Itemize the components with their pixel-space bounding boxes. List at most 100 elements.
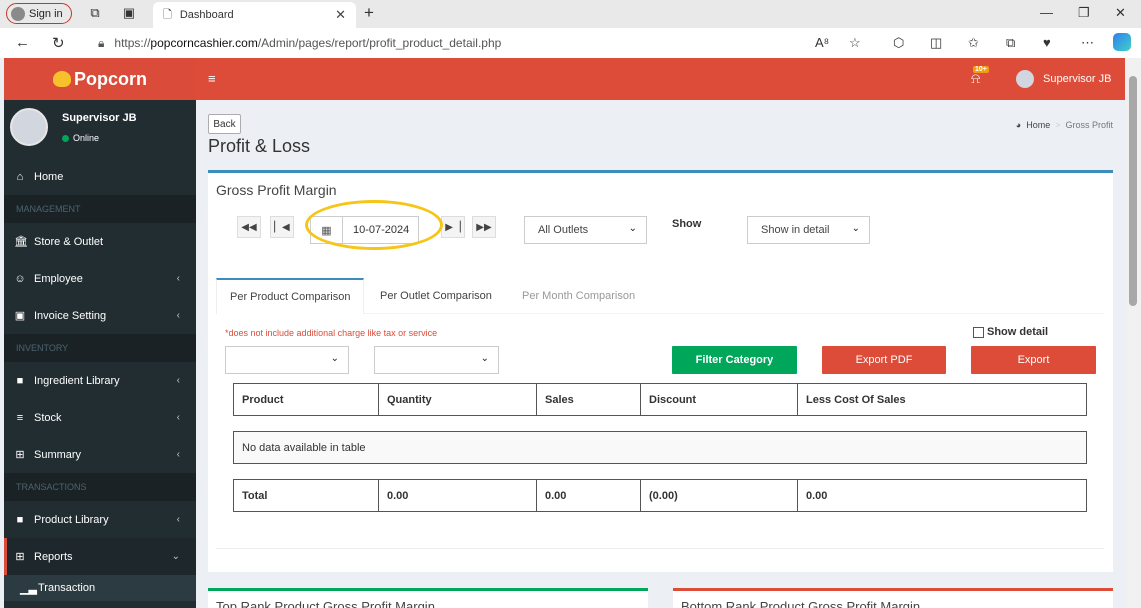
address-bar: ← ↻ 🔒︎ https://popcorncashier.com/Admin/…: [0, 28, 1141, 58]
tab-title: Dashboard: [179, 9, 234, 21]
popcorn-icon: [52, 71, 71, 87]
sidebar-subitem-transaction[interactable]: ▁▃ Transaction: [4, 575, 196, 601]
total-cell: 0.00: [797, 479, 1087, 512]
users-icon: ☺: [14, 272, 26, 285]
lock-icon: 🔒︎: [98, 35, 105, 50]
top-header: ≡ ⍾ 10+ Supervisor JB: [196, 58, 1125, 100]
total-cell: 0.00: [378, 479, 537, 512]
sidebar-item-employee[interactable]: ☺ Employee ‹: [4, 260, 196, 297]
top-rank-title: Top Rank Product Gross Profit Margin: [216, 599, 435, 608]
table-spacer: [233, 463, 1087, 480]
sidebar-item-stock[interactable]: ≡ Stock ‹: [4, 399, 196, 436]
bank-icon: 🏛︎: [14, 236, 28, 248]
header-user-name: Supervisor JB: [1043, 73, 1112, 85]
read-aloud-icon[interactable]: A⁸: [815, 35, 829, 50]
filter-category-button[interactable]: Filter Category: [672, 346, 797, 374]
back-arrow-icon[interactable]: ←: [15, 34, 30, 51]
user-status: Online: [62, 133, 99, 143]
tax-note: *does not include additional charge like…: [225, 328, 438, 338]
chevron-down-icon: ⌄: [480, 353, 489, 364]
table-row: No data available in table: [233, 431, 1087, 464]
export-button[interactable]: Export: [971, 346, 1096, 374]
extensions-icon[interactable]: ⬡: [893, 35, 904, 51]
prev-date-button[interactable]: ▏◀: [270, 216, 294, 238]
minimize-icon[interactable]: —: [1040, 5, 1053, 20]
close-tab-icon[interactable]: ✕: [335, 7, 346, 23]
checkbox[interactable]: [973, 326, 984, 338]
sidebar-item-product-library[interactable]: ■ Product Library ‹: [4, 501, 196, 538]
gross-profit-box: Gross Profit Margin ◀◀ ▏◀ ▦ 10-07-2024 ▶…: [208, 170, 1113, 572]
workspaces-icon[interactable]: ⧉: [88, 6, 102, 20]
page-scrollbar[interactable]: [1126, 58, 1141, 608]
new-tab-icon[interactable]: +: [364, 3, 374, 23]
sign-in-button[interactable]: Sign in: [6, 3, 72, 24]
column-header[interactable]: Product: [233, 383, 379, 416]
last-date-button[interactable]: ▶▶: [472, 216, 496, 238]
total-cell: 0.00: [536, 479, 641, 512]
refresh-icon[interactable]: ↻: [52, 34, 65, 52]
sidebar-item-ingredient-library[interactable]: ■ Ingredient Library ‹: [4, 362, 196, 399]
table-icon: ⊞: [15, 449, 25, 461]
chevron-left-icon: ‹: [176, 412, 180, 423]
show-detail-checkbox[interactable]: Show detail: [973, 326, 1048, 338]
menu-header-transactions: TRANSACTIONS: [4, 473, 196, 501]
browser-essentials-icon[interactable]: ♥: [1043, 35, 1051, 50]
breadcrumb-current: Gross Profit: [1065, 120, 1113, 130]
bottom-rank-title: Bottom Rank Product Gross Profit Margin: [681, 599, 921, 608]
sign-in-label: Sign in: [29, 7, 63, 20]
sidebar-item-store-outlet[interactable]: 🏛︎ Store & Outlet: [4, 223, 196, 260]
collections-icon[interactable]: ⧉: [1006, 35, 1015, 51]
hamburger-icon[interactable]: ≡: [208, 71, 216, 86]
category-select[interactable]: ⌄: [225, 346, 349, 374]
browser-tab[interactable]: 🗋 Dashboard ✕: [153, 2, 356, 28]
sidebar-item-summary[interactable]: ⊞ Summary ‹: [4, 436, 196, 473]
online-dot-icon: [62, 134, 69, 142]
scrollbar-thumb[interactable]: [1129, 76, 1137, 306]
brand-logo[interactable]: Popcorn: [4, 58, 196, 100]
close-window-icon[interactable]: ✕: [1115, 5, 1126, 21]
app: Popcorn Supervisor JB Online ⌂ Home MANAG…: [4, 58, 1125, 608]
breadcrumb-home[interactable]: Home: [1026, 120, 1050, 130]
favorite-star-icon[interactable]: ☆: [849, 35, 861, 51]
column-header[interactable]: Discount: [640, 383, 798, 416]
column-header[interactable]: Quantity: [378, 383, 537, 416]
page-title: Profit & Loss: [208, 136, 311, 156]
back-button[interactable]: Back: [208, 114, 241, 134]
tab-per-product[interactable]: Per Product Comparison: [216, 278, 365, 314]
tab-per-month[interactable]: Per Month Comparison: [522, 278, 635, 314]
top-rank-box: Top Rank Product Gross Profit Margin: [208, 588, 648, 608]
browser-chrome: Sign in ⧉ ▣ 🗋 Dashboard ✕ + — ❐ ✕ ← ↻ 🔒︎…: [0, 0, 1141, 58]
table-icon: ⊞: [15, 551, 25, 563]
step-backward-icon: ▏◀: [274, 221, 290, 233]
next-date-button[interactable]: ▶▕: [441, 216, 465, 238]
url-input[interactable]: 🔒︎ https://popcorncashier.com/Admin/page…: [88, 31, 874, 55]
bottom-rank-box: Bottom Rank Product Gross Profit Margin: [673, 588, 1113, 608]
menu-header-management: MANAGEMENT: [4, 195, 196, 223]
chevron-down-icon: ⌄: [851, 223, 860, 234]
column-header[interactable]: Less Cost Of Sales: [797, 383, 1087, 416]
tab-actions-icon[interactable]: ▣: [122, 6, 136, 20]
outlet-select[interactable]: All Outlets ⌄: [524, 216, 647, 244]
column-header[interactable]: Sales: [536, 383, 641, 416]
export-pdf-button[interactable]: Export PDF: [822, 346, 946, 374]
subcategory-select[interactable]: ⌄: [374, 346, 499, 374]
copilot-icon[interactable]: [1113, 33, 1131, 51]
highlight-annotation: [305, 200, 443, 250]
sidebar-item-invoice-setting[interactable]: ▣ Invoice Setting ‹: [4, 297, 196, 334]
comparison-tabs: Per Product Comparison Per Outlet Compar…: [216, 278, 1104, 314]
sidebar-item-home[interactable]: ⌂ Home: [4, 158, 196, 195]
show-label: Show: [672, 218, 702, 230]
tab-per-outlet[interactable]: Per Outlet Comparison: [380, 278, 492, 314]
favorites-icon[interactable]: ✩: [968, 35, 979, 51]
user-name: Supervisor JB: [62, 112, 137, 124]
more-options-icon[interactable]: ⋯: [1081, 35, 1094, 51]
user-menu[interactable]: Supervisor JB: [1016, 70, 1111, 88]
profile-icon: [11, 6, 25, 21]
show-select[interactable]: Show in detail ⌄: [747, 216, 870, 244]
user-panel: Supervisor JB Online: [4, 100, 196, 158]
restore-icon[interactable]: ❐: [1078, 5, 1090, 21]
split-screen-icon[interactable]: ◫: [930, 35, 942, 51]
sidebar-item-reports[interactable]: ⊞ Reports ⌄: [4, 538, 196, 575]
avatar: [1016, 70, 1034, 88]
first-date-button[interactable]: ◀◀: [237, 216, 261, 238]
